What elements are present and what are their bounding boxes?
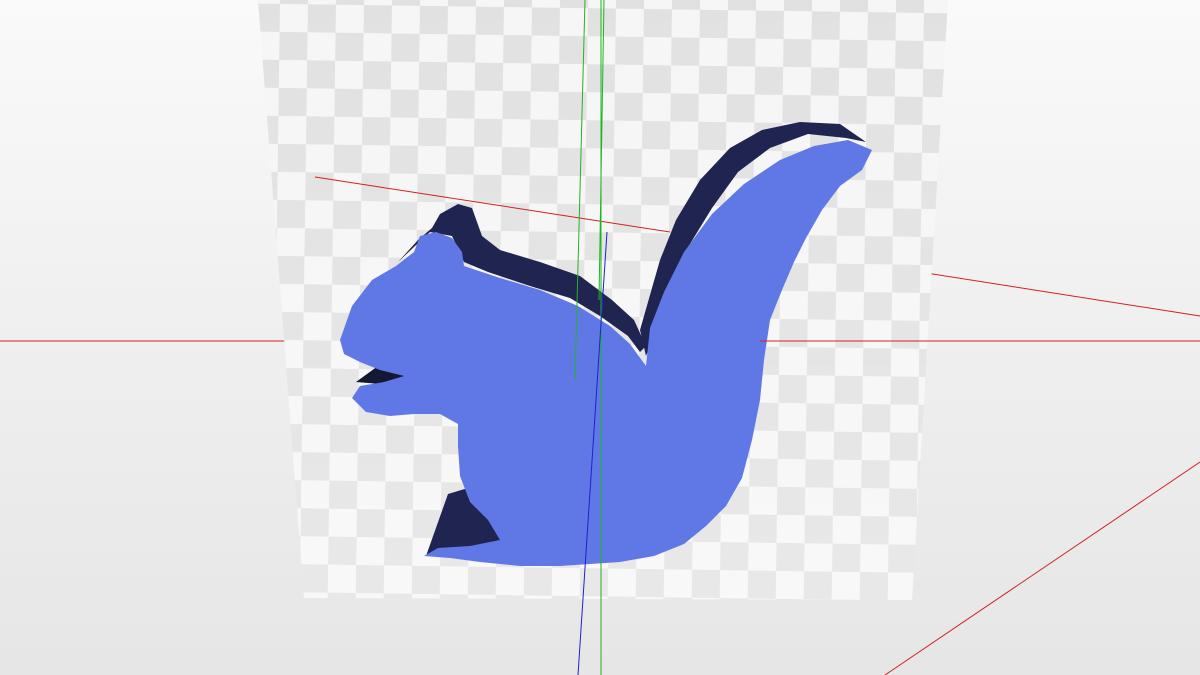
3d-viewport[interactable] bbox=[0, 0, 1200, 675]
scene-canvas[interactable] bbox=[0, 0, 1200, 675]
x-axis-lower-right bbox=[884, 461, 1200, 675]
